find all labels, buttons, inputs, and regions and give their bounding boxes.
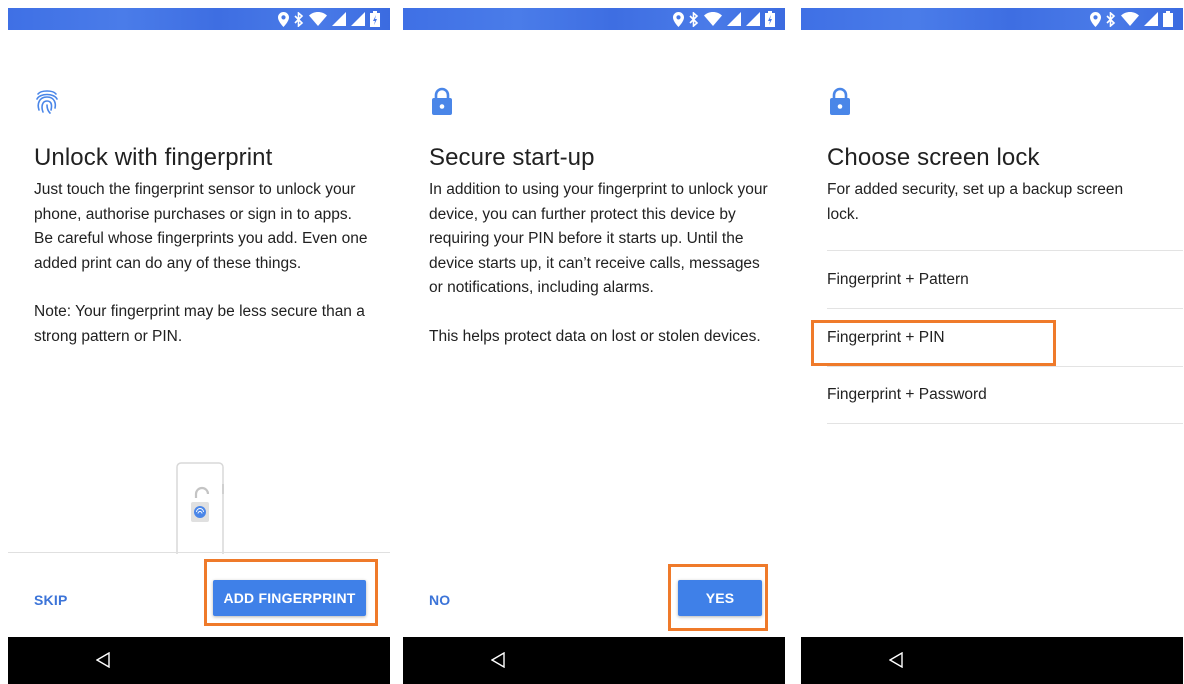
back-icon[interactable] [96,652,110,668]
highlight-box [811,320,1056,366]
description: For added security, set up a backup scre… [827,178,1157,227]
description-paragraph: For added security, set up a backup scre… [827,181,1124,223]
page-title: Secure start-up [429,144,595,171]
screen-secure-start-up: Secure start-up In addition to using you… [403,0,785,684]
bluetooth-icon [689,11,699,27]
status-bar [801,8,1183,30]
footer-divider [8,552,390,553]
location-icon [278,11,289,27]
battery-icon [1163,11,1173,27]
wifi-icon [1121,12,1139,26]
highlight-box [668,564,768,631]
bluetooth-icon [294,11,304,27]
wifi-icon [309,12,327,26]
location-icon [1090,11,1101,27]
description-paragraph: This helps protect data on lost or stole… [429,327,761,345]
status-bar [8,8,390,30]
wifi-icon [704,12,722,26]
description-paragraph: Just touch the fingerprint sensor to unl… [34,181,368,272]
highlight-box [204,559,378,626]
screen-choose-screen-lock: Choose screen lock For added security, s… [801,0,1183,684]
signal-icon [351,12,365,26]
lock-icon [830,87,850,115]
option-fingerprint-pattern[interactable]: Fingerprint + Pattern [827,250,1183,308]
bluetooth-icon [1106,11,1116,27]
signal-icon [727,12,741,26]
note-paragraph: Note: Your fingerprint may be less secur… [34,303,365,345]
navigation-bar [801,637,1183,684]
signal-icon [332,12,346,26]
no-button[interactable]: NO [429,592,450,608]
page-title: Choose screen lock [827,144,1040,171]
battery-charging-icon [370,11,380,27]
description: Just touch the fingerprint sensor to unl… [34,178,374,349]
option-fingerprint-password[interactable]: Fingerprint + Password [827,366,1183,424]
battery-charging-icon [765,11,775,27]
phone-lock-illustration [176,462,224,554]
page-title: Unlock with fingerprint [34,144,273,171]
status-bar [403,8,785,30]
description-paragraph: In addition to using your fingerprint to… [429,181,768,296]
description: In addition to using your fingerprint to… [429,178,769,349]
location-icon [673,11,684,27]
lock-icon [432,87,452,115]
back-icon[interactable] [491,652,505,668]
navigation-bar [8,637,390,684]
navigation-bar [403,637,785,684]
fingerprint-icon [36,90,58,114]
back-icon[interactable] [889,652,903,668]
signal-icon [746,12,760,26]
skip-button[interactable]: SKIP [34,592,67,608]
screen-unlock-with-fingerprint: Unlock with fingerprint Just touch the f… [8,0,390,684]
signal-icon [1144,12,1158,26]
